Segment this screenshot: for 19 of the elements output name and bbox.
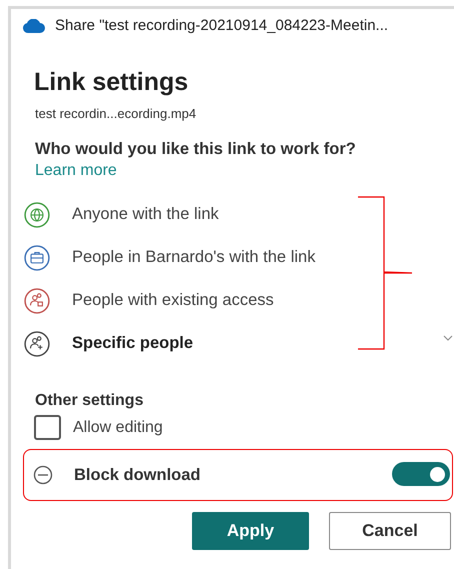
dialog-heading: Link settings [34,67,188,98]
link-option[interactable]: People in Barnardo's with the link [72,245,316,270]
block-icon [33,465,53,485]
checkbox[interactable] [34,415,61,440]
file-name: test recordin...ecording.mp4 [35,105,196,123]
cancel-button[interactable]: Cancel [329,512,451,550]
cloud-icon [22,19,46,34]
link-option[interactable]: People with existing access [72,288,274,313]
link-option[interactable]: Anyone with the link [72,202,219,227]
learn-more-link[interactable]: Learn more [35,159,117,183]
toggle-switch[interactable] [392,462,450,486]
question-text: Who would you like this link to work for? [35,139,356,160]
window-title: Share "test recording-20210914_084223-Meetin... [55,16,388,36]
checkbox-label: Allow editing [73,418,163,438]
apply-button[interactable]: Apply [192,512,309,550]
link-option[interactable]: Specific people [72,331,194,356]
section-heading: Other settings [35,391,144,411]
toggle-label: Block download [74,464,201,486]
chevron-down-icon [443,335,453,341]
